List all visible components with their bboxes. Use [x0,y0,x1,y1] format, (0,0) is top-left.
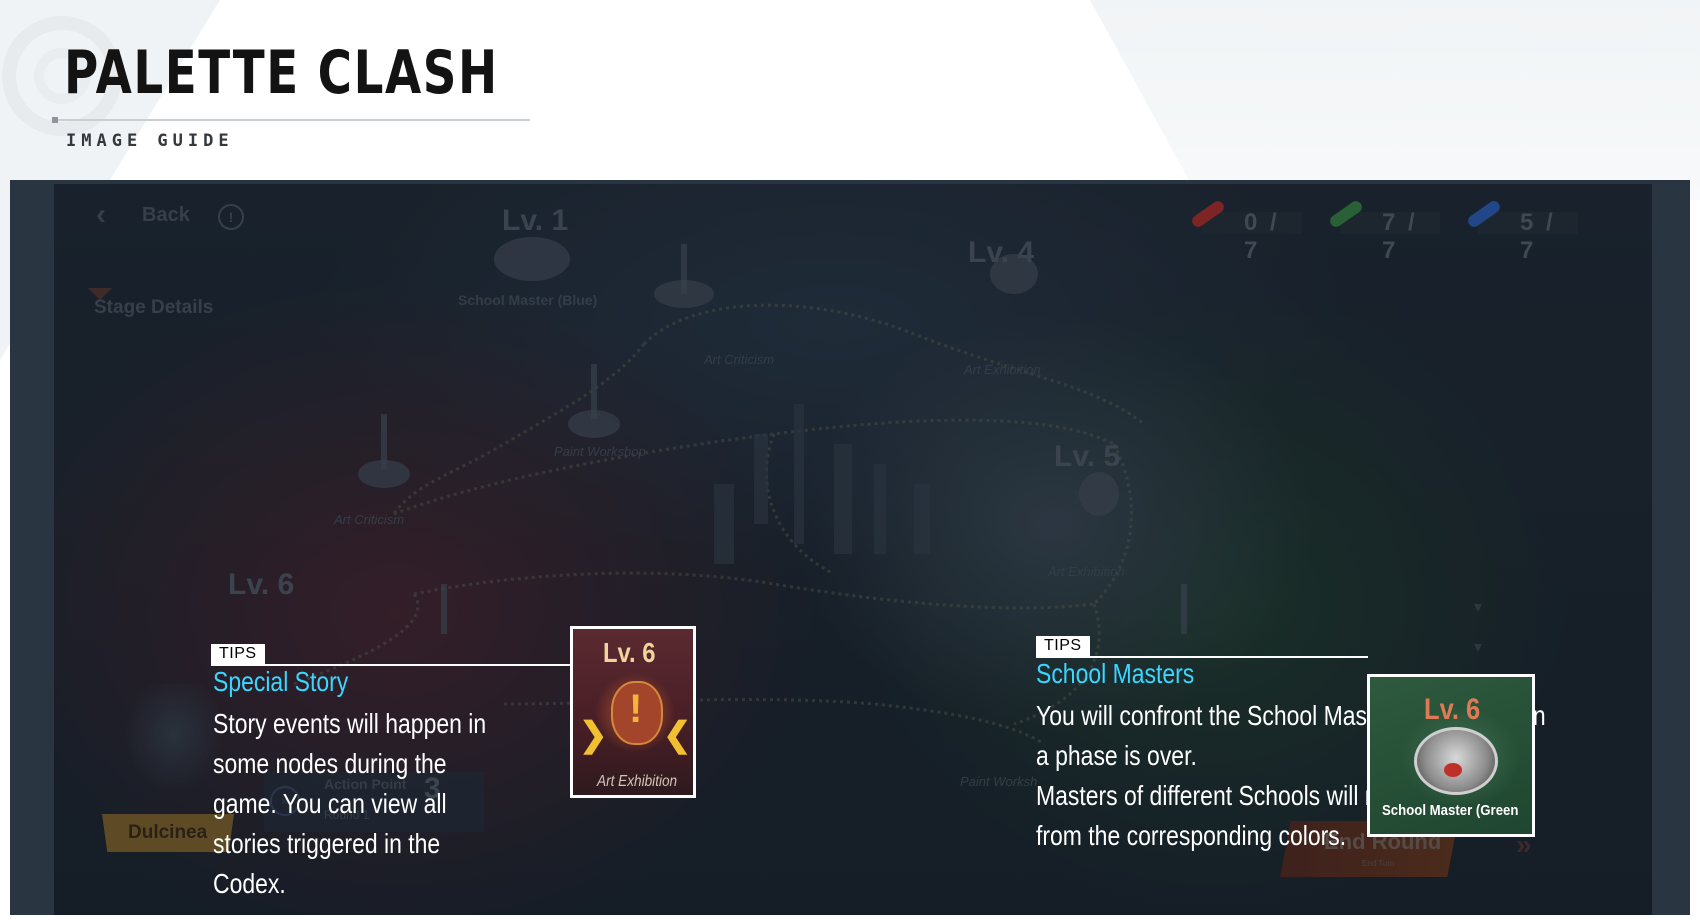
header-decor-right [1090,0,1700,200]
title-divider-mark [52,117,58,123]
inset-level-label: Lv. 6 [603,637,656,668]
exclamation-icon: ! [629,687,643,731]
inset-caption: School Master (Green [1382,802,1519,819]
page-title: PALETTE CLASH [64,38,499,108]
page-subtitle: IMAGE GUIDE [66,131,234,151]
title-divider [52,119,530,121]
tips-tag: TIPS [1036,636,1090,656]
inset-level-label: Lv. 6 [1424,693,1481,726]
chevron-left-icon: ❮ [663,716,692,754]
tip-title-special-story: Special Story [213,666,349,697]
tip-body-special-story: Story events will happen in some nodes d… [213,708,487,899]
school-master-eye-icon [1444,763,1462,777]
tips-tag: TIPS [211,644,265,664]
inset-special-story-node: ! ❯ ❮ Lv. 6 Art Exhibition [570,626,696,798]
game-screen: ‹ Back ! Stage Details 0 / 7 7 / 7 5 / 7… [54,184,1652,915]
chevron-right-icon: ❯ [579,716,608,754]
tip-title-school-masters: School Masters [1036,658,1195,689]
inset-school-master-node: Lv. 6 School Master (Green [1367,674,1535,837]
school-master-orb-icon [1414,727,1498,795]
inset-caption: Art Exhibition [597,773,678,790]
screenshot-frame: ‹ Back ! Stage Details 0 / 7 7 / 7 5 / 7… [10,180,1690,915]
